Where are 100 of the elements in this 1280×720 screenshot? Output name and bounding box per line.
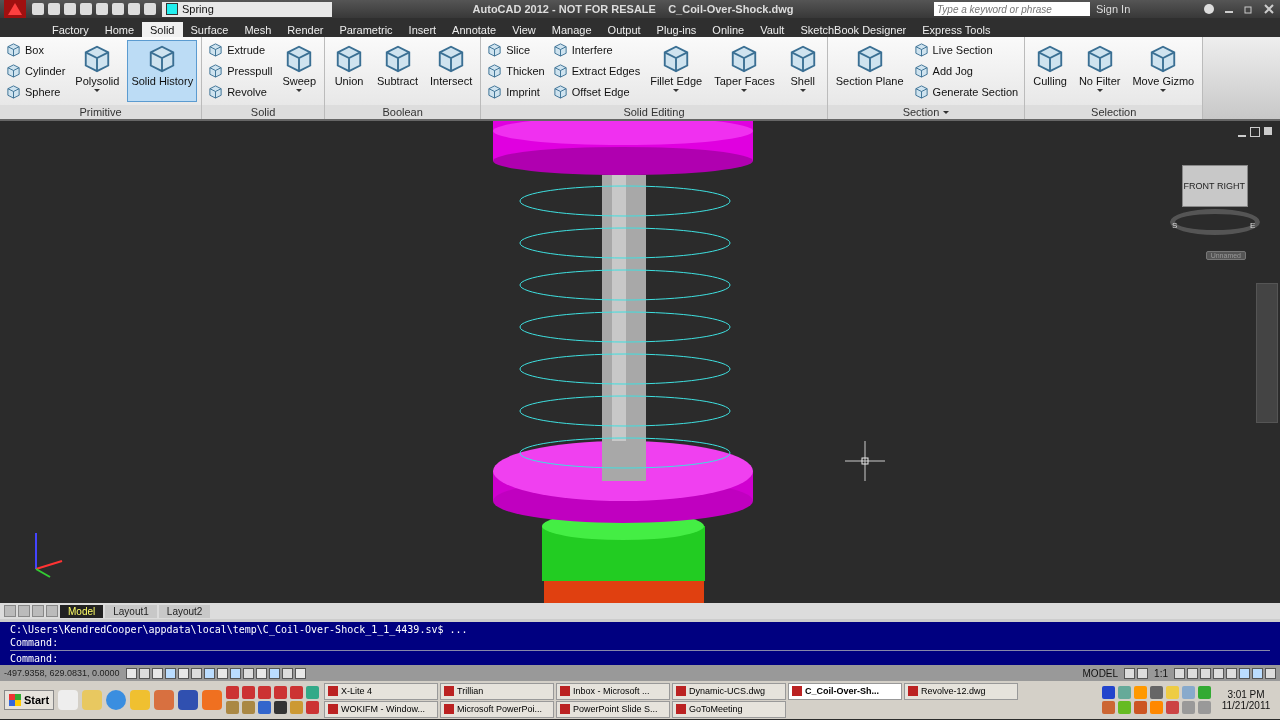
ribbon-tab[interactable]: Mesh xyxy=(236,22,280,37)
toolbar-icon[interactable] xyxy=(96,3,108,15)
ribbon-tab[interactable]: Parametric xyxy=(331,22,401,37)
toggle-icon[interactable] xyxy=(191,667,202,679)
quick-launch-icon[interactable] xyxy=(274,701,288,714)
ribbon-button[interactable]: Live Section xyxy=(911,40,1021,59)
toggle-icon[interactable] xyxy=(178,667,189,679)
ribbon-tab[interactable]: Solid xyxy=(142,22,183,37)
ribbon-button[interactable]: Shell xyxy=(782,40,823,102)
ribbon-button[interactable]: Imprint xyxy=(485,82,547,101)
taskbar-button[interactable]: Revolve-12.dwg xyxy=(904,682,1019,700)
toolbar-icon[interactable] xyxy=(64,3,76,15)
ribbon-button[interactable]: Slice xyxy=(485,40,547,59)
ribbon-button[interactable]: Section Plane xyxy=(831,40,908,102)
ribbon-button[interactable]: Intersect xyxy=(426,40,477,102)
toggle-icon[interactable] xyxy=(282,667,293,679)
taskbar-button[interactable]: Microsoft PowerPoi... xyxy=(440,700,555,718)
ribbon-button[interactable]: Union xyxy=(329,40,370,102)
restore-icon[interactable] xyxy=(1250,127,1260,137)
ribbon-button[interactable]: Solid History xyxy=(127,40,198,102)
ribbon-button[interactable]: Taper Faces xyxy=(710,40,779,102)
view-cube-face[interactable]: RIGHT xyxy=(1215,166,1247,206)
toggle-icon[interactable] xyxy=(126,667,137,679)
toggle-icon[interactable] xyxy=(1187,667,1198,679)
command-window[interactable]: C:\Users\KendredCooper\appdata\local\temp\C_Coil-Over-Shock_1_1_4439.sv$ ... Command: Command: xyxy=(0,619,1280,665)
toolbar-icon[interactable] xyxy=(48,3,60,15)
search-field[interactable]: Type a keyword or phrase xyxy=(934,2,1090,16)
ribbon-button[interactable]: Polysolid xyxy=(71,40,124,102)
ribbon-button[interactable]: Presspull xyxy=(206,61,275,80)
toggle-icon[interactable] xyxy=(1265,667,1276,679)
toolbar-icon[interactable] xyxy=(144,3,156,15)
quick-launch-icon[interactable] xyxy=(258,701,272,714)
ribbon-button[interactable]: Offset Edge xyxy=(550,82,643,101)
toggle-icon[interactable] xyxy=(1226,667,1237,679)
ribbon-button[interactable]: Culling xyxy=(1029,40,1071,102)
ribbon-tab[interactable]: Render xyxy=(279,22,332,37)
ribbon-tab[interactable]: Online xyxy=(704,22,753,37)
toggle-icon[interactable] xyxy=(1137,667,1149,679)
layout-tab[interactable]: Layout1 xyxy=(105,604,157,618)
ribbon-tab[interactable]: Express Tools xyxy=(914,22,999,37)
toggle-icon[interactable] xyxy=(256,667,267,679)
toggle-icon[interactable] xyxy=(230,667,241,679)
ribbon-tab[interactable]: Output xyxy=(599,22,649,37)
toolbar-icon[interactable] xyxy=(32,3,44,15)
sign-in-link[interactable]: Sign In xyxy=(1096,3,1196,15)
taskbar-button[interactable]: WOKIFM - Window... xyxy=(324,700,439,718)
ribbon-tab[interactable]: Manage xyxy=(543,22,600,37)
toggle-icon[interactable] xyxy=(1252,667,1263,679)
toggle-icon[interactable] xyxy=(204,667,215,679)
ribbon-button[interactable]: Sweep xyxy=(278,40,321,102)
ribbon-tab[interactable]: Vault xyxy=(752,22,793,37)
ribbon-tab[interactable]: View xyxy=(504,22,544,37)
toggle-icon[interactable] xyxy=(165,667,176,679)
start-button[interactable]: Start xyxy=(4,690,55,710)
layout-tab[interactable]: Layout2 xyxy=(158,604,211,618)
taskbar-button[interactable]: Inbox - Microsoft ... xyxy=(556,682,671,700)
toggle-icon[interactable] xyxy=(139,667,150,679)
ribbon-button[interactable]: Cylinder xyxy=(4,61,68,80)
ribbon-button[interactable]: Add Jog xyxy=(911,61,1021,80)
toggle-icon[interactable] xyxy=(1200,667,1211,679)
ribbon-button[interactable]: Subtract xyxy=(373,40,422,102)
toolbar-icon[interactable] xyxy=(112,3,124,15)
tray-icon[interactable] xyxy=(1150,686,1163,699)
toggle-icon[interactable] xyxy=(243,667,254,679)
taskbar-button[interactable]: Dynamic-UCS.dwg xyxy=(672,682,787,700)
ribbon-button[interactable]: Thicken xyxy=(485,61,547,80)
model-toggle[interactable]: MODEL xyxy=(1078,667,1123,679)
ribbon-button[interactable]: Extrude xyxy=(206,40,275,59)
tray-icon[interactable] xyxy=(1166,701,1179,714)
layer-dropdown[interactable]: Spring xyxy=(162,1,332,17)
taskbar-button[interactable]: Trillian xyxy=(440,682,555,700)
toggle-icon[interactable] xyxy=(1174,667,1185,679)
toggle-icon[interactable] xyxy=(217,667,228,679)
taskbar-button[interactable]: C_Coil-Over-Sh... xyxy=(788,682,903,700)
view-cube-face[interactable]: FRONT xyxy=(1183,166,1215,206)
toolbar-icon[interactable] xyxy=(80,3,92,15)
caret-icon[interactable] xyxy=(943,110,950,114)
toggle-icon[interactable] xyxy=(1213,667,1224,679)
ribbon-button[interactable]: Move Gizmo xyxy=(1128,40,1199,102)
toolbar-icon[interactable] xyxy=(128,3,140,15)
ribbon-button[interactable]: Box xyxy=(4,40,68,59)
ribbon-tab[interactable]: Annotate xyxy=(444,22,505,37)
annotation-scale[interactable]: 1:1 xyxy=(1150,667,1172,679)
close-icon[interactable] xyxy=(1262,3,1276,15)
tray-icon[interactable] xyxy=(1102,686,1115,699)
toggle-icon[interactable] xyxy=(1124,667,1136,679)
toggle-icon[interactable] xyxy=(295,667,306,679)
ribbon-button[interactable]: No Filter xyxy=(1074,40,1125,102)
ribbon-tab[interactable]: Home xyxy=(96,22,143,37)
taskbar-button[interactable]: PowerPoint Slide S... xyxy=(556,700,671,718)
taskbar-button[interactable]: X-Lite 4 xyxy=(324,682,439,700)
app-menu-icon[interactable] xyxy=(4,0,26,18)
ribbon-tab[interactable]: Insert xyxy=(400,22,445,37)
ribbon-tab[interactable]: Plug-ins xyxy=(648,22,705,37)
ribbon-tab[interactable]: Surface xyxy=(182,22,237,37)
ribbon-button[interactable]: Sphere xyxy=(4,82,68,101)
ribbon-tab[interactable]: Factory xyxy=(44,22,97,37)
ribbon-button[interactable]: Interfere xyxy=(550,40,643,59)
ribbon-tab[interactable]: SketchBook Designer xyxy=(792,22,915,37)
toggle-icon[interactable] xyxy=(269,667,280,679)
